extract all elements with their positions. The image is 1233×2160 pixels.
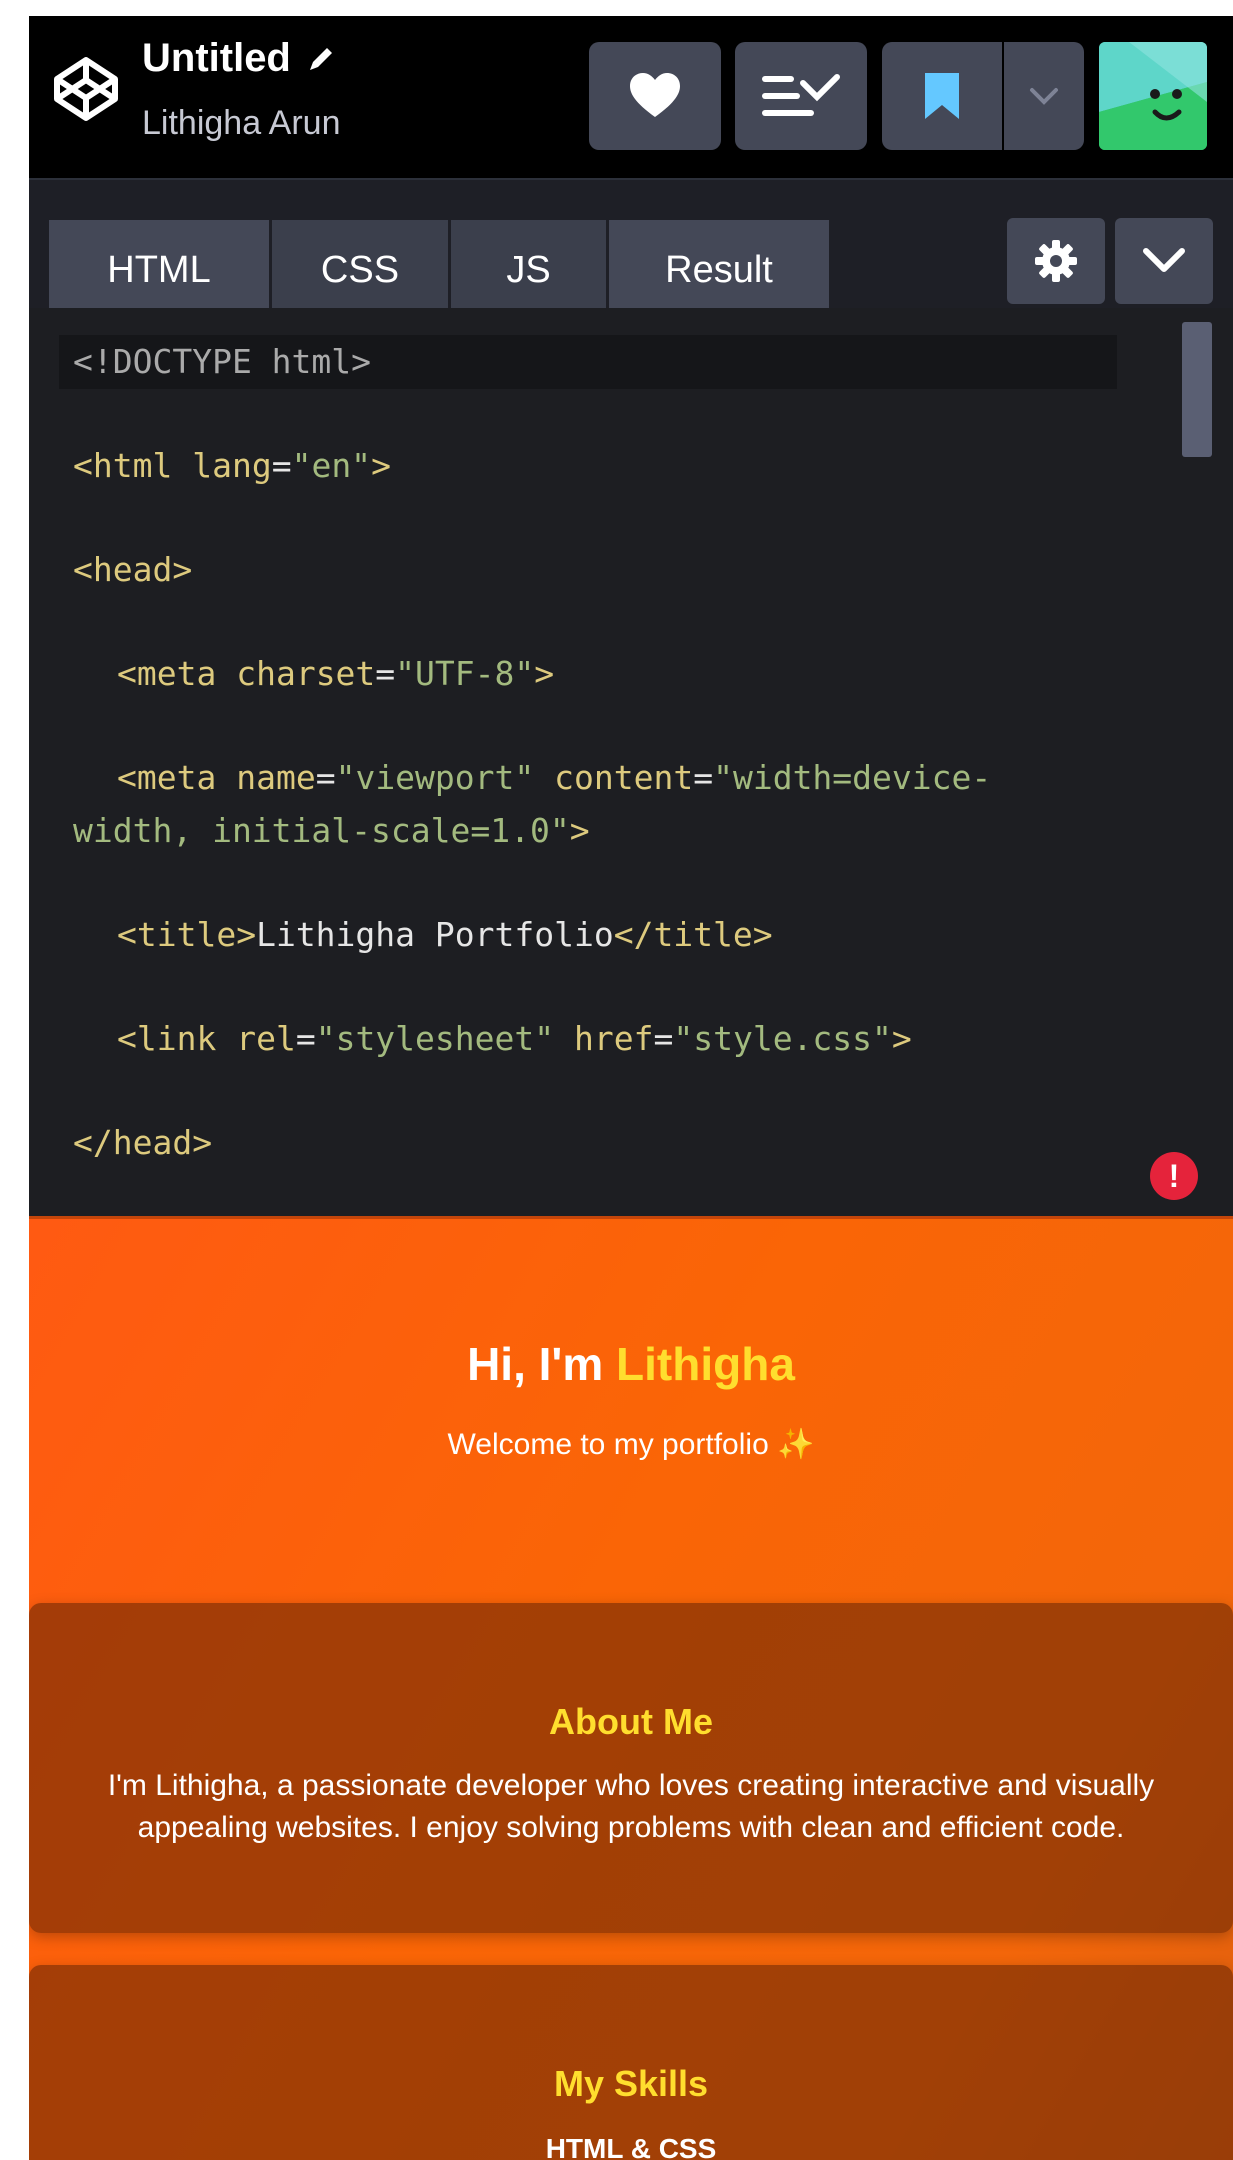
pencil-edit-icon[interactable] xyxy=(305,43,337,75)
html-code-editor[interactable]: <!DOCTYPE html> <html lang="en"> <head> … xyxy=(29,308,1233,1228)
about-section: About Me I'm Lithigha, a passionate deve… xyxy=(29,1603,1233,1933)
code-line-wrap: width, initial-scale=1.0"> xyxy=(73,811,590,850)
codepen-app: Untitled Lithigha Arun HTML CSS JS Resul… xyxy=(29,16,1233,2160)
gear-icon xyxy=(1035,240,1077,282)
author-name[interactable]: Lithigha Arun xyxy=(142,104,341,143)
skills-heading: My Skills xyxy=(553,2063,709,2104)
header-bar: Untitled Lithigha Arun xyxy=(29,16,1233,178)
code-line: <meta name="viewport" content="width=dev… xyxy=(117,758,992,797)
skills-section: My Skills HTML & CSS xyxy=(29,1965,1233,2160)
code-line: <!DOCTYPE html> xyxy=(73,342,372,381)
like-button[interactable] xyxy=(589,42,721,150)
code-line: <head> xyxy=(73,550,193,589)
hero-heading: Hi, I'm Lithigha xyxy=(467,1338,795,1390)
bookmark-options-button[interactable] xyxy=(1004,42,1084,150)
add-to-collection-button[interactable] xyxy=(735,42,867,150)
sparkles-icon: ✨ xyxy=(777,1428,815,1461)
codepen-logo-icon[interactable] xyxy=(51,54,121,124)
about-paragraph: I'm Lithigha, a passionate developer who… xyxy=(107,1769,1155,1844)
hero-subtitle: Welcome to my portfolio ✨ xyxy=(447,1428,815,1461)
bookmark-button[interactable] xyxy=(882,42,1002,150)
list-check-icon xyxy=(762,74,840,116)
editor-tab-bar: HTML CSS JS Result xyxy=(29,178,1233,320)
heart-icon xyxy=(630,73,680,117)
code-line: <html lang="en"> xyxy=(73,446,391,485)
code-line: </head> xyxy=(73,1123,213,1162)
pen-title[interactable]: Untitled xyxy=(142,36,291,81)
editor-scrollbar[interactable] xyxy=(1182,322,1212,457)
about-heading: About Me xyxy=(549,1701,713,1742)
user-avatar[interactable] xyxy=(1099,42,1207,150)
tab-result[interactable]: Result xyxy=(609,220,829,320)
code-line: <link rel="stylesheet" href="style.css"> xyxy=(117,1019,912,1058)
chevron-down-icon xyxy=(1030,88,1058,105)
result-preview: Hi, I'm Lithigha Welcome to my portfolio… xyxy=(29,1216,1233,2160)
error-indicator-icon[interactable]: ! xyxy=(1150,1152,1198,1200)
collapse-editor-button[interactable] xyxy=(1115,218,1213,304)
tab-js[interactable]: JS xyxy=(451,220,606,320)
skill-item: HTML & CSS xyxy=(545,2133,717,2160)
code-line: <meta charset="UTF-8"> xyxy=(117,654,555,693)
code-line: <title>Lithigha Portfolio</title> xyxy=(117,915,773,954)
tab-css[interactable]: CSS xyxy=(272,220,448,320)
tab-html[interactable]: HTML xyxy=(49,220,269,320)
bookmark-icon xyxy=(925,73,959,119)
settings-button[interactable] xyxy=(1007,218,1105,304)
chevron-down-icon xyxy=(1143,248,1185,272)
